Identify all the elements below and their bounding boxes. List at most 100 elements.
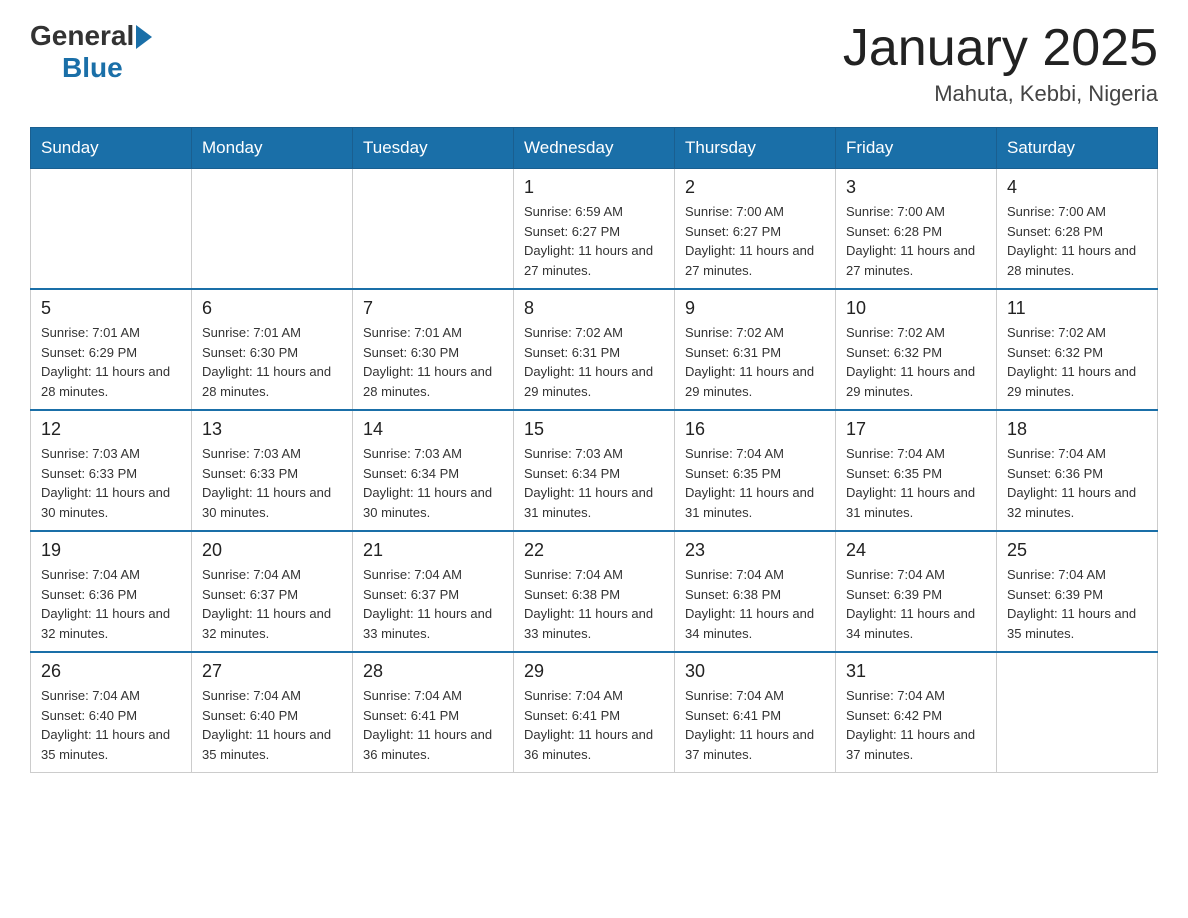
- day-info: Sunrise: 7:04 AMSunset: 6:38 PMDaylight:…: [524, 565, 664, 643]
- day-number: 8: [524, 298, 664, 319]
- calendar-cell: 30 Sunrise: 7:04 AMSunset: 6:41 PMDayligh…: [675, 652, 836, 773]
- calendar-cell: 20 Sunrise: 7:04 AMSunset: 6:37 PMDayligh…: [192, 531, 353, 652]
- day-info: Sunrise: 6:59 AMSunset: 6:27 PMDaylight:…: [524, 202, 664, 280]
- day-number: 25: [1007, 540, 1147, 561]
- day-number: 29: [524, 661, 664, 682]
- day-info: Sunrise: 7:04 AMSunset: 6:41 PMDaylight:…: [363, 686, 503, 764]
- day-info: Sunrise: 7:02 AMSunset: 6:31 PMDaylight:…: [685, 323, 825, 401]
- calendar-cell: 13 Sunrise: 7:03 AMSunset: 6:33 PMDayligh…: [192, 410, 353, 531]
- day-number: 5: [41, 298, 181, 319]
- day-number: 1: [524, 177, 664, 198]
- weekday-header: Saturday: [997, 128, 1158, 169]
- day-number: 18: [1007, 419, 1147, 440]
- day-info: Sunrise: 7:00 AMSunset: 6:28 PMDaylight:…: [846, 202, 986, 280]
- day-number: 4: [1007, 177, 1147, 198]
- weekday-header: Tuesday: [353, 128, 514, 169]
- day-info: Sunrise: 7:04 AMSunset: 6:39 PMDaylight:…: [846, 565, 986, 643]
- calendar-cell: [192, 169, 353, 290]
- day-number: 12: [41, 419, 181, 440]
- day-number: 21: [363, 540, 503, 561]
- day-number: 31: [846, 661, 986, 682]
- day-info: Sunrise: 7:02 AMSunset: 6:31 PMDaylight:…: [524, 323, 664, 401]
- calendar-cell: 6 Sunrise: 7:01 AMSunset: 6:30 PMDaylight…: [192, 289, 353, 410]
- day-number: 17: [846, 419, 986, 440]
- logo: General Blue: [30, 20, 152, 84]
- day-info: Sunrise: 7:03 AMSunset: 6:34 PMDaylight:…: [363, 444, 503, 522]
- calendar-subtitle: Mahuta, Kebbi, Nigeria: [843, 81, 1158, 107]
- calendar-cell: 28 Sunrise: 7:04 AMSunset: 6:41 PMDayligh…: [353, 652, 514, 773]
- calendar-cell: 17 Sunrise: 7:04 AMSunset: 6:35 PMDayligh…: [836, 410, 997, 531]
- day-number: 9: [685, 298, 825, 319]
- day-info: Sunrise: 7:04 AMSunset: 6:35 PMDaylight:…: [846, 444, 986, 522]
- day-info: Sunrise: 7:04 AMSunset: 6:37 PMDaylight:…: [363, 565, 503, 643]
- weekday-header-row: SundayMondayTuesdayWednesdayThursdayFrid…: [31, 128, 1158, 169]
- calendar-week-row: 12 Sunrise: 7:03 AMSunset: 6:33 PMDayligh…: [31, 410, 1158, 531]
- day-number: 6: [202, 298, 342, 319]
- calendar-cell: 23 Sunrise: 7:04 AMSunset: 6:38 PMDayligh…: [675, 531, 836, 652]
- day-number: 13: [202, 419, 342, 440]
- day-info: Sunrise: 7:04 AMSunset: 6:41 PMDaylight:…: [524, 686, 664, 764]
- weekday-header: Sunday: [31, 128, 192, 169]
- calendar-cell: 4 Sunrise: 7:00 AMSunset: 6:28 PMDaylight…: [997, 169, 1158, 290]
- calendar-cell: 11 Sunrise: 7:02 AMSunset: 6:32 PMDayligh…: [997, 289, 1158, 410]
- day-number: 19: [41, 540, 181, 561]
- calendar-cell: 19Sunrise: 7:04 AMSunset: 6:36 PMDayligh…: [31, 531, 192, 652]
- day-info: Sunrise: 7:02 AMSunset: 6:32 PMDaylight:…: [1007, 323, 1147, 401]
- day-info: Sunrise: 7:04 AMSunset: 6:40 PMDaylight:…: [41, 686, 181, 764]
- day-number: 27: [202, 661, 342, 682]
- day-number: 24: [846, 540, 986, 561]
- day-number: 15: [524, 419, 664, 440]
- calendar-table: SundayMondayTuesdayWednesdayThursdayFrid…: [30, 127, 1158, 773]
- day-info: Sunrise: 7:00 AMSunset: 6:27 PMDaylight:…: [685, 202, 825, 280]
- day-number: 28: [363, 661, 503, 682]
- day-number: 10: [846, 298, 986, 319]
- day-number: 30: [685, 661, 825, 682]
- day-info: Sunrise: 7:04 AMSunset: 6:38 PMDaylight:…: [685, 565, 825, 643]
- logo-arrow-icon: [136, 25, 152, 49]
- day-info: Sunrise: 7:01 AMSunset: 6:29 PMDaylight:…: [41, 323, 181, 401]
- calendar-cell: 15Sunrise: 7:03 AMSunset: 6:34 PMDayligh…: [514, 410, 675, 531]
- calendar-cell: 12 Sunrise: 7:03 AMSunset: 6:33 PMDayligh…: [31, 410, 192, 531]
- calendar-title: January 2025: [843, 20, 1158, 77]
- day-info: Sunrise: 7:00 AMSunset: 6:28 PMDaylight:…: [1007, 202, 1147, 280]
- weekday-header: Wednesday: [514, 128, 675, 169]
- calendar-cell: [31, 169, 192, 290]
- calendar-week-row: 19Sunrise: 7:04 AMSunset: 6:36 PMDayligh…: [31, 531, 1158, 652]
- calendar-cell: 29 Sunrise: 7:04 AMSunset: 6:41 PMDayligh…: [514, 652, 675, 773]
- calendar-week-row: 1 Sunrise: 6:59 AMSunset: 6:27 PMDaylight…: [31, 169, 1158, 290]
- day-info: Sunrise: 7:04 AMSunset: 6:37 PMDaylight:…: [202, 565, 342, 643]
- day-number: 26: [41, 661, 181, 682]
- day-number: 7: [363, 298, 503, 319]
- calendar-cell: 31Sunrise: 7:04 AMSunset: 6:42 PMDayligh…: [836, 652, 997, 773]
- weekday-header: Monday: [192, 128, 353, 169]
- day-number: 23: [685, 540, 825, 561]
- day-number: 2: [685, 177, 825, 198]
- day-info: Sunrise: 7:04 AMSunset: 6:36 PMDaylight:…: [1007, 444, 1147, 522]
- day-info: Sunrise: 7:04 AMSunset: 6:40 PMDaylight:…: [202, 686, 342, 764]
- calendar-cell: 18 Sunrise: 7:04 AMSunset: 6:36 PMDayligh…: [997, 410, 1158, 531]
- day-info: Sunrise: 7:03 AMSunset: 6:33 PMDaylight:…: [202, 444, 342, 522]
- calendar-cell: [353, 169, 514, 290]
- calendar-cell: 1 Sunrise: 6:59 AMSunset: 6:27 PMDaylight…: [514, 169, 675, 290]
- day-info: Sunrise: 7:04 AMSunset: 6:41 PMDaylight:…: [685, 686, 825, 764]
- calendar-cell: 26 Sunrise: 7:04 AMSunset: 6:40 PMDayligh…: [31, 652, 192, 773]
- page-header: General Blue January 2025 Mahuta, Kebbi,…: [30, 20, 1158, 107]
- day-info: Sunrise: 7:04 AMSunset: 6:35 PMDaylight:…: [685, 444, 825, 522]
- day-number: 20: [202, 540, 342, 561]
- calendar-cell: [997, 652, 1158, 773]
- logo-blue-text: Blue: [62, 52, 123, 84]
- weekday-header: Thursday: [675, 128, 836, 169]
- day-info: Sunrise: 7:03 AMSunset: 6:33 PMDaylight:…: [41, 444, 181, 522]
- calendar-week-row: 26 Sunrise: 7:04 AMSunset: 6:40 PMDayligh…: [31, 652, 1158, 773]
- day-info: Sunrise: 7:01 AMSunset: 6:30 PMDaylight:…: [202, 323, 342, 401]
- calendar-cell: 5 Sunrise: 7:01 AMSunset: 6:29 PMDaylight…: [31, 289, 192, 410]
- day-number: 11: [1007, 298, 1147, 319]
- calendar-cell: 7Sunrise: 7:01 AMSunset: 6:30 PMDaylight…: [353, 289, 514, 410]
- calendar-cell: 8 Sunrise: 7:02 AMSunset: 6:31 PMDaylight…: [514, 289, 675, 410]
- day-info: Sunrise: 7:04 AMSunset: 6:39 PMDaylight:…: [1007, 565, 1147, 643]
- day-number: 16: [685, 419, 825, 440]
- day-number: 22: [524, 540, 664, 561]
- calendar-week-row: 5 Sunrise: 7:01 AMSunset: 6:29 PMDaylight…: [31, 289, 1158, 410]
- day-info: Sunrise: 7:02 AMSunset: 6:32 PMDaylight:…: [846, 323, 986, 401]
- calendar-cell: 22 Sunrise: 7:04 AMSunset: 6:38 PMDayligh…: [514, 531, 675, 652]
